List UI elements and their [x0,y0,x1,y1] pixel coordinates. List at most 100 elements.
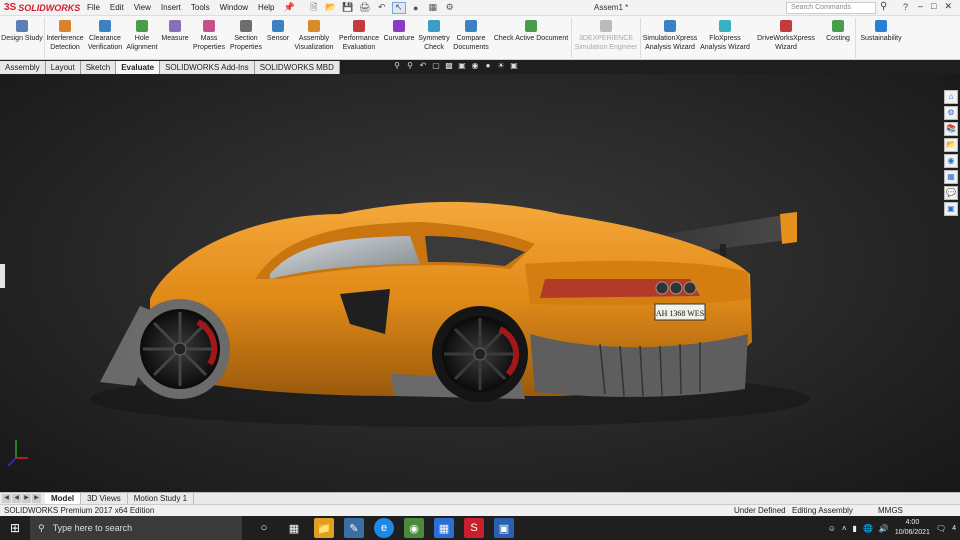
edit-appearance-icon[interactable]: ● [483,61,493,71]
ribbon-button-section[interactable]: Section Properties [227,16,265,60]
ribbon-button-hole[interactable]: Hole Alignment [125,16,159,60]
license-plate-text: AH 1368 WES [656,309,704,318]
new-document-icon[interactable]: 🗎 [307,2,321,14]
person-icon[interactable]: ☺ [828,524,836,533]
tab-solidworks-mbd[interactable]: SOLIDWORKS MBD [254,60,340,74]
ribbon-button-compare[interactable]: Compare Documents [451,16,491,60]
notification-center-icon[interactable]: 🗨 [936,524,946,533]
menu-item-edit[interactable]: Edit [105,3,129,12]
tab-layout[interactable]: Layout [45,60,81,74]
next-tab-arrow-icon[interactable]: ▶ [22,494,31,503]
file-explorer-icon[interactable]: 📁 [314,518,334,538]
home-icon[interactable]: ⌂ [944,90,958,104]
bottom-tab-motion-study-1[interactable]: Motion Study 1 [128,493,195,504]
windows-start-icon[interactable]: ⊞ [0,516,30,540]
file-properties-icon[interactable]: ▦ [426,2,440,14]
file-explorer-icon[interactable]: 📂 [944,138,958,152]
undo-icon[interactable]: ↶ [375,2,389,14]
clock-date: 10/06/2021 [894,529,930,536]
solidworks-forum-icon[interactable]: ▣ [944,202,958,216]
menu-item-file[interactable]: File [82,3,105,12]
solidworks-taskbar-icon[interactable]: S [464,518,484,538]
section-view-icon[interactable]: ▢ [431,61,441,71]
tab-sketch[interactable]: Sketch [80,60,117,74]
taskbar-search-box[interactable]: ⚲ Type here to search [30,516,242,540]
ribbon-button-check-active-document[interactable]: Check Active Document [491,16,571,60]
help-icon[interactable]: ? [903,2,908,12]
edge-icon[interactable]: e [374,518,394,538]
pin-icon[interactable]: 📌 [284,2,295,13]
select-cursor-icon[interactable]: ↖ [391,1,406,14]
chevron-up-icon[interactable]: ˄ [842,524,847,533]
network-icon[interactable]: 🌐 [863,524,873,533]
ribbon-button-measure[interactable]: Measure [159,16,191,60]
design-library-icon[interactable]: 📚 [944,122,958,136]
solidworks-logo[interactable]: 3S SOLIDWORKS [0,2,82,13]
previous-view-icon[interactable]: ↶ [418,61,428,71]
zoom-to-fit-icon[interactable]: ⚲ [392,61,402,71]
save-icon[interactable]: 💾 [341,2,355,14]
feature-manager-toggle-handle[interactable] [0,264,5,288]
last-tab-arrow-icon[interactable]: ▶ [32,494,41,503]
volume-icon[interactable]: 🔊 [879,524,889,533]
bottom-tab-3d-views[interactable]: 3D Views [81,493,128,504]
ribbon-button-simulationxpress[interactable]: SimulationXpress Analysis Wizard [641,16,699,60]
notepad-icon[interactable]: ✎ [344,518,364,538]
store-icon[interactable]: ▦ [434,518,454,538]
ribbon-button-assembly[interactable]: Assembly Visualization [291,16,337,60]
menu-item-help[interactable]: Help [253,3,279,12]
photos-icon[interactable]: ▣ [494,518,514,538]
bottom-tab-model[interactable]: Model [45,493,82,504]
tab-solidworks-add-ins[interactable]: SOLIDWORKS Add-Ins [160,60,255,74]
ribbon-label: Detection [50,44,80,51]
ribbon-button-design-study[interactable]: Design Study [0,16,44,60]
ribbon-button-curvature[interactable]: Curvature [381,16,417,60]
menu-item-tools[interactable]: Tools [186,3,215,12]
options-gear-icon[interactable]: ⚙ [443,2,457,14]
ribbon-button-clearance[interactable]: Clearance Verification [85,16,125,60]
ribbon-button-sustainability[interactable]: Sustainability [856,16,906,60]
title-bar: 3S SOLIDWORKS File Edit View Insert Tools Win… [0,0,960,16]
open-icon[interactable]: 📂 [324,2,338,14]
ribbon-button-symmetry[interactable]: Symmetry Check [417,16,451,60]
tab-assembly[interactable]: Assembly [0,60,46,74]
appearances-icon[interactable]: ◉ [944,154,958,168]
menu-item-view[interactable]: View [129,3,156,12]
previous-tab-arrow-icon[interactable]: ◀ [12,494,21,503]
restore-icon[interactable]: □ [931,1,936,12]
ribbon-button-interference[interactable]: Interference Detection [45,16,85,60]
resources-icon[interactable]: ⚙ [944,106,958,120]
search-commands-input[interactable]: Search Commands [786,2,876,14]
view-settings-icon[interactable]: ▣ [509,61,519,71]
display-style-icon[interactable]: ▣ [457,61,467,71]
ribbon-button-performance[interactable]: Performance Evaluation [337,16,381,60]
graphics-area[interactable]: AH 1368 WES ⌂ ⚙ 📚 📂 ◉ ▦ 💬 ▣ [0,74,960,492]
ribbon-label: FloXpress [709,35,741,42]
clock[interactable]: 4:00 10/06/2021 [895,518,930,538]
battery-icon[interactable]: ▮ [853,524,857,533]
ribbon-button-floxpress[interactable]: FloXpress Analysis Wizard [699,16,751,60]
tab-evaluate[interactable]: Evaluate [116,60,161,74]
section-icon [240,20,252,32]
ribbon-button-driveworksxpress[interactable]: DriveWorksXpress Wizard [751,16,821,60]
forum-icon[interactable]: 💬 [944,186,958,200]
ribbon-button-sensor[interactable]: Sensor [265,16,291,60]
print-icon[interactable]: 🖨 [358,2,372,14]
paint-icon[interactable]: ◉ [404,518,424,538]
hide-show-icon[interactable]: ◉ [470,61,480,71]
rebuild-icon[interactable]: ● [409,2,423,14]
apply-scene-icon[interactable]: ☀ [496,61,506,71]
minimize-icon[interactable]: – [918,1,923,12]
view-orientation-icon[interactable]: ▩ [444,61,454,71]
ribbon-button-mass[interactable]: Mass Properties [191,16,227,60]
search-icon[interactable]: ⚲ [880,1,887,12]
menu-item-window[interactable]: Window [215,3,253,12]
custom-properties-icon[interactable]: ▦ [944,170,958,184]
zoom-area-icon[interactable]: ⚲ [405,61,415,71]
first-tab-arrow-icon[interactable]: ◀ [2,494,11,503]
close-icon[interactable]: ✕ [944,1,952,12]
menu-item-insert[interactable]: Insert [156,3,186,12]
ribbon-button-costing[interactable]: Costing [821,16,855,60]
cortana-icon[interactable]: ○ [254,518,274,538]
task-view-icon[interactable]: ▦ [284,518,304,538]
